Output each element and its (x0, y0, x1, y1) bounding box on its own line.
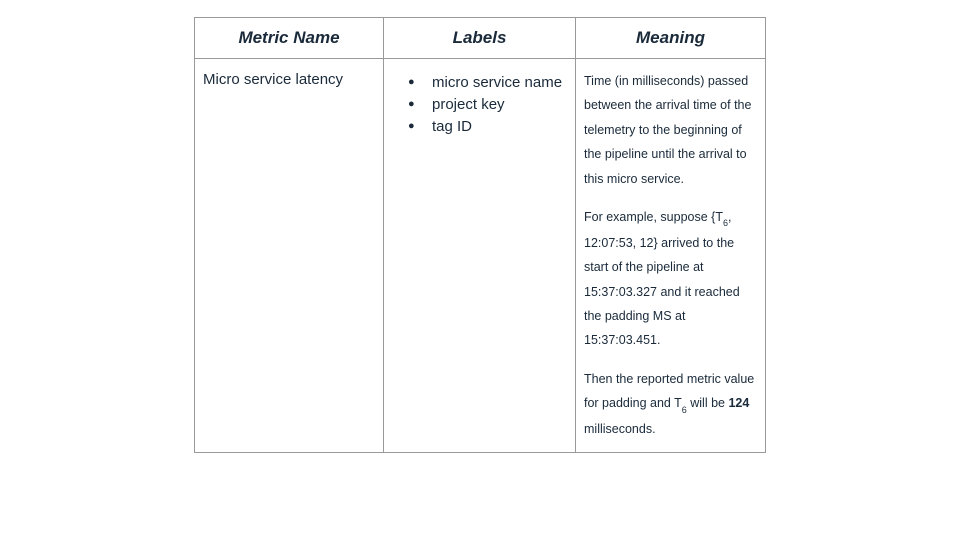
list-item: micro service name (408, 72, 567, 94)
table-row: Micro service latency micro service name… (195, 59, 766, 453)
list-item: project key (408, 94, 567, 116)
header-metric-name: Metric Name (195, 18, 384, 59)
meaning-paragraph-3: Then the reported metric value for paddi… (584, 367, 759, 442)
subscript: 6 (723, 218, 728, 228)
header-labels: Labels (384, 18, 576, 59)
cell-labels: micro service name project key tag ID (384, 59, 576, 453)
table-header-row: Metric Name Labels Meaning (195, 18, 766, 59)
metrics-table: Metric Name Labels Meaning Micro service… (194, 17, 766, 453)
list-item: tag ID (408, 116, 567, 138)
bold-value: 124 (728, 396, 749, 410)
labels-list: micro service name project key tag ID (392, 72, 567, 137)
cell-metric-name: Micro service latency (195, 59, 384, 453)
cell-meaning: Time (in milliseconds) passed between th… (576, 59, 766, 453)
subscript: 6 (682, 405, 687, 415)
header-meaning: Meaning (576, 18, 766, 59)
meaning-paragraph-2: For example, suppose {T6, 12:07:53, 12} … (584, 205, 759, 353)
meaning-paragraph-1: Time (in milliseconds) passed between th… (584, 69, 759, 191)
